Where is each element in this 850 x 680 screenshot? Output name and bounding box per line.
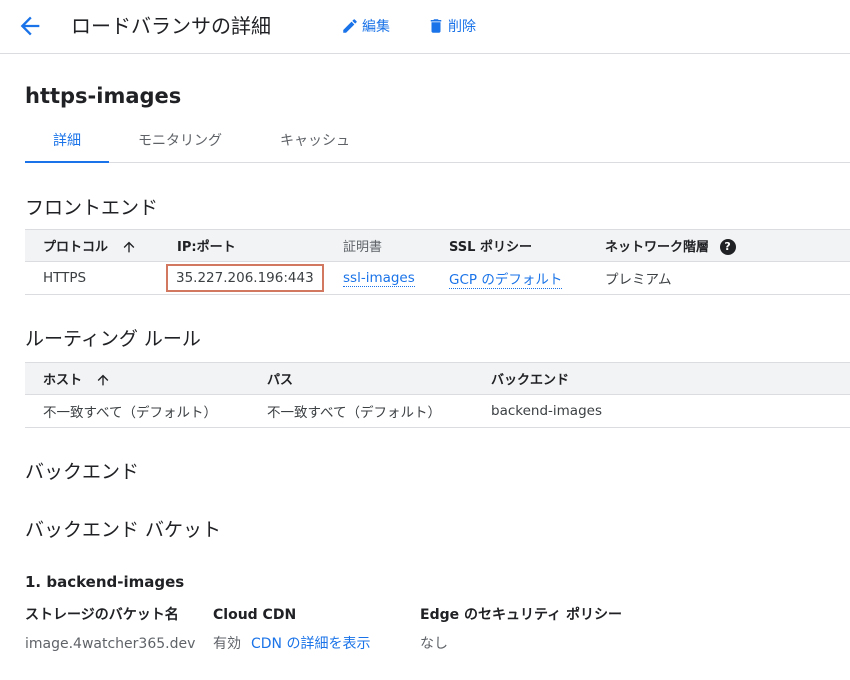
tab-monitoring[interactable]: モニタリング (135, 122, 225, 163)
header-protocol[interactable]: プロトコル (25, 229, 159, 262)
tab-bar: 詳細 モニタリング キャッシュ (25, 122, 850, 163)
cell-network-tier: プレミアム (587, 261, 850, 295)
delete-label: 削除 (448, 19, 476, 35)
routing-section-title: ルーティング ルール (25, 328, 201, 350)
cell-protocol: HTTPS (25, 261, 159, 295)
frontend-section-title: フロントエンド (25, 197, 159, 219)
help-icon[interactable]: ? (719, 239, 736, 256)
table-row: HTTPS 35.227.206.196:443 ssl-images GCP … (25, 261, 850, 295)
top-bar: ロードバランサの詳細 編集 削除 (0, 0, 850, 54)
header-ssl-policy: SSL ポリシー (431, 229, 587, 262)
cell-certificate: ssl-images (325, 261, 431, 295)
ip-port-highlight: 35.227.206.196:443 (166, 264, 324, 292)
arrow-up-icon (97, 374, 108, 386)
cloud-cdn-label: Cloud CDN (213, 607, 297, 623)
cdn-details-link[interactable]: CDN の詳細を表示 (251, 636, 370, 652)
edge-policy-label: Edge のセキュリティ ポリシー (420, 607, 623, 623)
page-title: ロードバランサの詳細 (71, 14, 271, 38)
bucket-name-value: image.4watcher365.dev (25, 636, 196, 652)
header-certificate: 証明書 (325, 229, 431, 262)
tab-details[interactable]: 詳細 (25, 122, 109, 163)
cell-ssl-policy: GCP のデフォルト (431, 261, 587, 295)
cdn-status: 有効 (213, 636, 241, 652)
edit-label: 編集 (362, 19, 390, 35)
arrow-back-icon (20, 16, 40, 36)
header-network-tier: ネットワーク階層 ? (587, 229, 850, 262)
edge-policy-value: なし (420, 636, 448, 652)
header-host[interactable]: ホスト (25, 362, 249, 395)
routing-table: ホスト パス バックエンド 不一致すべて（デフォルト） 不一致すべて（デフォルト… (25, 362, 850, 428)
arrow-up-icon (123, 241, 134, 253)
frontend-table: プロトコル IP:ポート 証明書 SSL ポリシー ネットワーク階層 ? HTT… (25, 229, 850, 295)
tab-cache[interactable]: キャッシュ (277, 122, 353, 163)
pencil-icon (343, 19, 357, 33)
trash-icon (430, 19, 442, 33)
table-header-row: プロトコル IP:ポート 証明書 SSL ポリシー ネットワーク階層 ? (25, 229, 850, 262)
backend-bucket-section-title: バックエンド バケット (25, 519, 222, 541)
header-path: パス (249, 362, 473, 395)
backend-bucket-heading: 1. backend-images (25, 573, 185, 591)
header-backend: バックエンド (473, 362, 850, 395)
cloud-cdn-value: 有効 CDN の詳細を表示 (213, 634, 370, 654)
table-header-row: ホスト パス バックエンド (25, 362, 850, 395)
delete-button[interactable]: 削除 (427, 14, 476, 38)
back-button[interactable] (16, 12, 44, 40)
backend-section-title: バックエンド (25, 461, 140, 483)
cell-ip-port: 35.227.206.196:443 (159, 261, 325, 295)
cell-backend: backend-images (473, 394, 850, 428)
edit-button[interactable]: 編集 (341, 14, 390, 38)
cell-host: 不一致すべて（デフォルト） (25, 394, 249, 428)
certificate-link[interactable]: ssl-images (343, 270, 415, 287)
ssl-policy-link[interactable]: GCP のデフォルト (449, 272, 563, 289)
header-ip-port: IP:ポート (159, 229, 325, 262)
bucket-name-label: ストレージのバケット名 (25, 607, 179, 623)
cell-path: 不一致すべて（デフォルト） (249, 394, 473, 428)
load-balancer-name: https-images (25, 84, 182, 108)
table-row: 不一致すべて（デフォルト） 不一致すべて（デフォルト） backend-imag… (25, 394, 850, 428)
